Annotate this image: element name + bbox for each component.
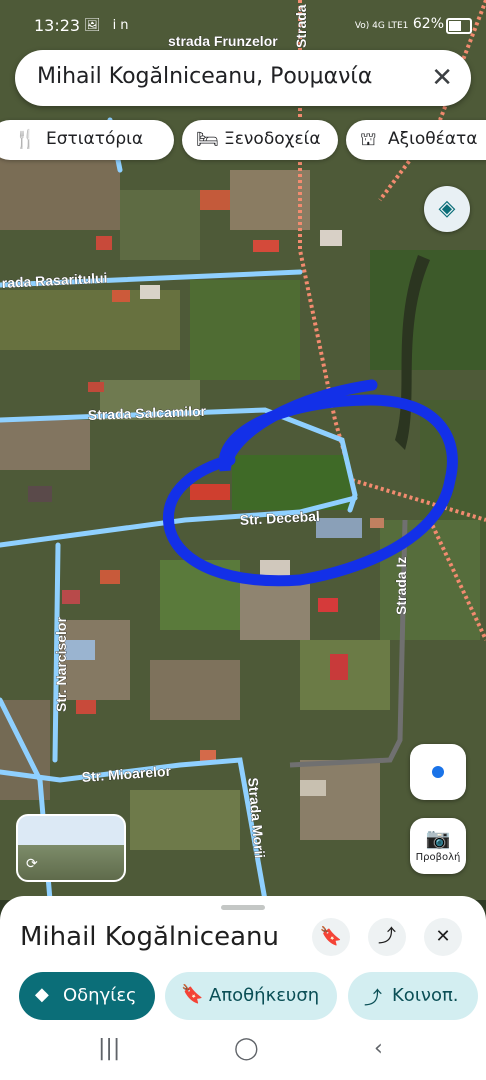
my-location-button[interactable] xyxy=(410,744,466,800)
back-icon[interactable]: ‹ xyxy=(374,1036,383,1061)
status-time: 13:23 xyxy=(34,16,81,35)
network-icon: Vo) 4G LTE1 xyxy=(354,21,409,31)
chip-label: Ξενοδοχεία xyxy=(224,129,321,149)
layers-icon: ◈ xyxy=(438,196,456,221)
close-icon[interactable]: ✕ xyxy=(431,63,453,93)
battery-percent: 62% xyxy=(412,16,444,32)
street-view-thumbnail[interactable]: ⟳ xyxy=(16,814,126,882)
lens-label: Προβολή xyxy=(415,852,461,863)
chip-label: Αξιοθέατα xyxy=(388,129,478,149)
layers-button[interactable]: ◈ xyxy=(424,186,470,232)
share-icon: ⤴ xyxy=(378,926,396,947)
chip-restaurants[interactable]: 🍴 Εστιατόρια xyxy=(0,120,174,160)
system-nav-bar: ||| ◯ ‹ xyxy=(0,1036,486,1070)
status-system: Vo) 4G LTE1 62% xyxy=(355,16,444,32)
directions-button[interactable]: ◆ Οδηγίες xyxy=(19,972,155,1020)
battery-icon xyxy=(446,18,472,34)
lens-button[interactable]: 📷 Προβολή xyxy=(410,818,466,874)
share-button[interactable]: ⤴ Κοινοπ. xyxy=(348,972,478,1020)
search-bar[interactable]: Mihail Kogălniceanu, Ρουμανία ✕ xyxy=(15,50,471,106)
sheet-handle[interactable] xyxy=(221,905,265,910)
street-label: Str. Narciselor xyxy=(53,617,69,712)
share-label: Κοινοπ. xyxy=(392,985,459,1006)
recent-apps-icon[interactable]: ||| xyxy=(98,1036,120,1061)
bookmark-icon: 🔖 xyxy=(181,984,204,1005)
home-icon[interactable]: ◯ xyxy=(234,1036,259,1061)
status-bar: 13:23 🖼 in Vo) 4G LTE1 62% xyxy=(0,12,486,42)
save-icon-button[interactable]: 🔖 xyxy=(312,918,350,956)
search-query[interactable]: Mihail Kogălniceanu, Ρουμανία xyxy=(37,64,372,89)
category-chips: 🍴 Εστιατόρια 🛏 Ξενοδοχεία ⛫ Αξιοθέατα xyxy=(0,120,486,162)
chip-attractions[interactable]: ⛫ Αξιοθέατα xyxy=(346,120,486,160)
location-dot-icon xyxy=(432,766,444,778)
hotel-icon: 🛏 xyxy=(196,129,219,150)
restaurant-icon: 🍴 xyxy=(14,129,37,150)
place-title: Mihail Kogălniceanu xyxy=(20,922,279,952)
street-view-icon: ⟳ xyxy=(26,856,38,872)
street-label: Strada Iz xyxy=(393,557,409,615)
save-button[interactable]: 🔖 Αποθήκευση xyxy=(165,972,337,1020)
camera-icon: 📷 xyxy=(425,826,451,850)
attractions-icon: ⛫ xyxy=(360,129,377,150)
close-icon: ✕ xyxy=(435,926,451,947)
chip-label: Εστιατόρια xyxy=(46,129,144,149)
notification-icons: 🖼 in xyxy=(84,18,133,33)
chip-hotels[interactable]: 🛏 Ξενοδοχεία xyxy=(182,120,338,160)
bookmark-icon: 🔖 xyxy=(319,926,343,947)
save-label: Αποθήκευση xyxy=(209,985,320,1006)
share-icon: ⤴ xyxy=(364,988,382,1009)
directions-label: Οδηγίες xyxy=(63,985,137,1006)
share-icon-button[interactable]: ⤴ xyxy=(368,918,406,956)
directions-icon: ◆ xyxy=(35,984,49,1005)
close-sheet-button[interactable]: ✕ xyxy=(424,918,462,956)
